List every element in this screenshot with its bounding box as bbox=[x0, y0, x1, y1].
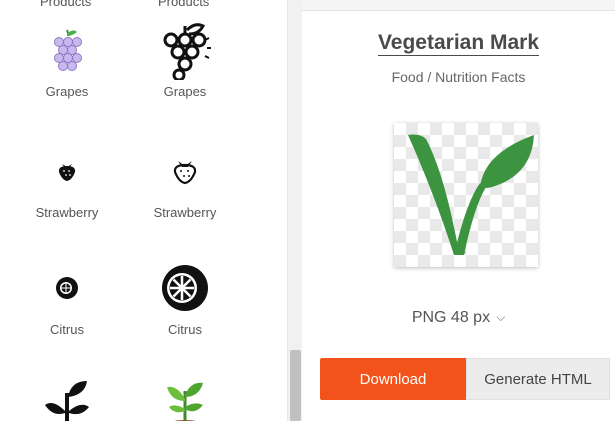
detail-card: Vegetarian Mark Food / Nutrition Facts P… bbox=[302, 10, 615, 421]
generate-html-button[interactable]: Generate HTML bbox=[466, 358, 610, 400]
category-label: Products bbox=[158, 0, 210, 9]
icon-preview bbox=[394, 123, 538, 267]
icon-tile-strawberry-outline[interactable]: Strawberry bbox=[126, 141, 244, 220]
icon-title: Vegetarian Mark bbox=[302, 31, 615, 56]
citrus-solid-icon bbox=[37, 258, 97, 318]
icon-label: Grapes bbox=[163, 84, 207, 99]
icon-grid: Products Products Grapes Grapes Strawber… bbox=[0, 0, 287, 421]
icon-tile-citrus-glyph[interactable]: Citrus bbox=[126, 258, 244, 337]
icon-title-text: Vegetarian Mark bbox=[377, 31, 540, 56]
category-label: Products bbox=[40, 0, 92, 9]
icon-label: Citrus bbox=[50, 322, 84, 337]
strawberry-solid-icon bbox=[37, 141, 97, 201]
icon-tile-citrus-solid[interactable]: Citrus bbox=[8, 258, 126, 337]
icon-label: Grapes bbox=[45, 84, 89, 99]
icon-category[interactable]: Food / Nutrition Facts bbox=[302, 69, 615, 85]
icon-tile-grapes-outline[interactable]: Grapes bbox=[126, 20, 244, 99]
icon-detail-panel: Vegetarian Mark Food / Nutrition Facts P… bbox=[302, 0, 615, 421]
icon-label: Strawberry bbox=[153, 205, 217, 220]
icon-tile-sprout-solid[interactable] bbox=[8, 372, 126, 421]
strawberry-outline-icon bbox=[155, 141, 215, 201]
size-value: PNG 48 px bbox=[411, 309, 491, 326]
scrollbar-thumb[interactable] bbox=[290, 350, 301, 421]
chevron-down-icon: ⌵ bbox=[496, 310, 506, 324]
grapes-color-icon bbox=[37, 20, 97, 80]
vegetarian-mark-icon bbox=[408, 134, 534, 255]
icon-label: Strawberry bbox=[35, 205, 99, 220]
sprout-solid-icon bbox=[37, 372, 97, 421]
citrus-glyph-icon bbox=[155, 258, 215, 318]
grid-scrollbar[interactable] bbox=[287, 0, 302, 421]
download-button[interactable]: Download bbox=[320, 358, 466, 400]
sprout-color-icon bbox=[155, 372, 215, 421]
icon-label: Citrus bbox=[168, 322, 202, 337]
icon-tile-sprout-color[interactable] bbox=[126, 372, 244, 421]
size-select[interactable]: PNG 48 px ⌵ bbox=[302, 309, 615, 327]
icon-tile-grapes-color[interactable]: Grapes bbox=[8, 20, 126, 99]
grapes-outline-icon bbox=[155, 20, 215, 80]
icon-tile-strawberry-solid[interactable]: Strawberry bbox=[8, 141, 126, 220]
